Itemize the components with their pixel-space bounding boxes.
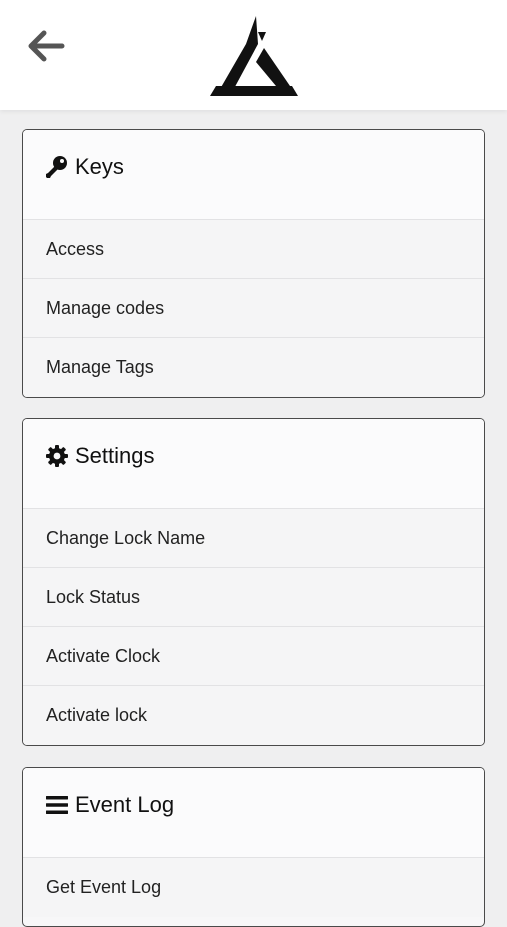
app-header	[0, 0, 507, 110]
settings-title: Settings	[75, 443, 155, 468]
arrow-left-icon	[28, 30, 65, 62]
settings-card-header: Settings	[23, 419, 484, 509]
gear-icon	[45, 444, 69, 468]
key-icon	[45, 155, 69, 179]
menu-content: Keys Access Manage codes Manage Tags Set…	[0, 110, 507, 927]
menu-item-get-event-log[interactable]: Get Event Log	[23, 858, 484, 917]
list-icon	[45, 793, 69, 817]
menu-item-activate-lock[interactable]: Activate lock	[23, 686, 484, 745]
brand-triangle-logo	[210, 16, 298, 96]
keys-title: Keys	[75, 154, 124, 179]
event-log-card: Event Log Get Event Log	[22, 767, 485, 927]
back-button[interactable]	[24, 26, 68, 66]
settings-card: Settings Change Lock Name Lock Status Ac…	[22, 418, 485, 746]
menu-item-manage-codes[interactable]: Manage codes	[23, 279, 484, 338]
keys-card: Keys Access Manage codes Manage Tags	[22, 129, 485, 398]
event-log-title: Event Log	[75, 792, 175, 817]
event-log-card-header: Event Log	[23, 768, 484, 858]
brand-logo	[206, 14, 300, 98]
menu-item-activate-clock[interactable]: Activate Clock	[23, 627, 484, 686]
menu-item-manage-tags[interactable]: Manage Tags	[23, 338, 484, 397]
menu-item-access[interactable]: Access	[23, 220, 484, 279]
menu-item-lock-status[interactable]: Lock Status	[23, 568, 484, 627]
menu-item-change-lock-name[interactable]: Change Lock Name	[23, 509, 484, 568]
keys-card-header: Keys	[23, 130, 484, 220]
